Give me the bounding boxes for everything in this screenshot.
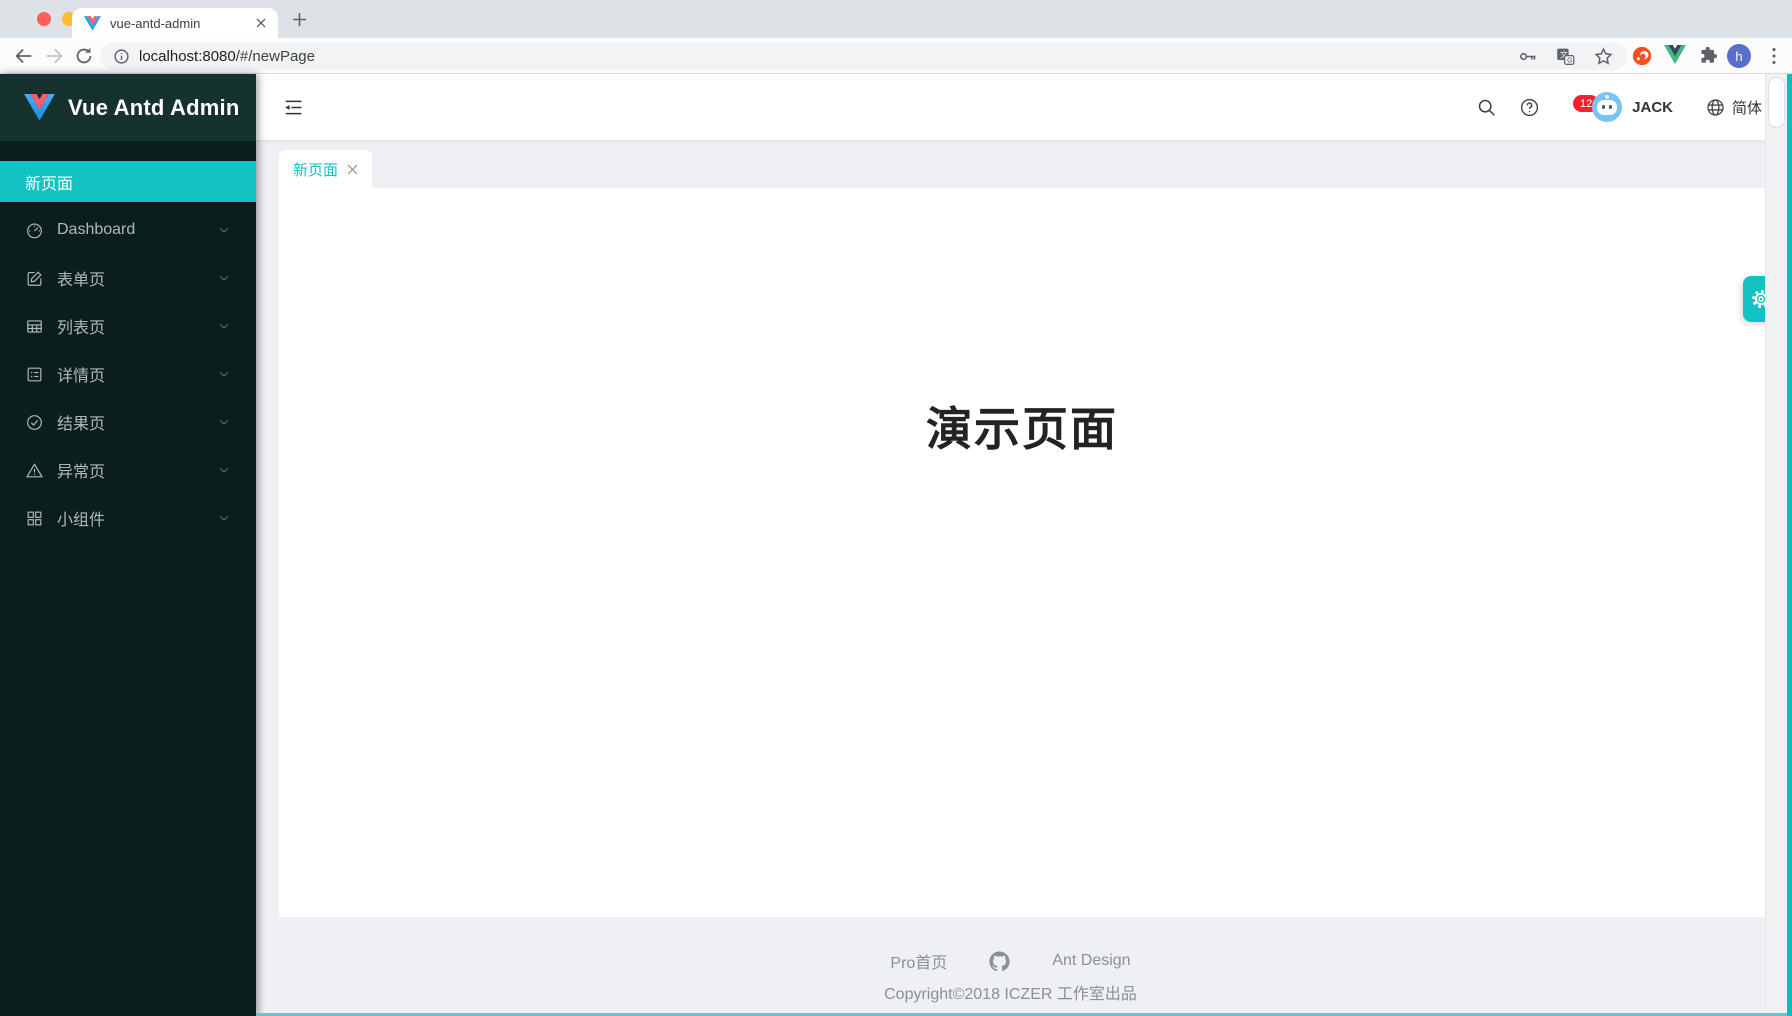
- password-key-icon[interactable]: [1517, 46, 1538, 67]
- sidebar-item-label: 结果页: [57, 410, 105, 434]
- warning-icon: [25, 461, 44, 480]
- app-footer: Pro首页 Ant Design Copyright©2018 ICZER 工作…: [256, 949, 1765, 1004]
- menu-fold-icon[interactable]: [283, 97, 304, 118]
- app-header: 12 JACK 简体: [256, 74, 1792, 140]
- chevron-down-icon: [218, 464, 230, 476]
- copyright: Copyright©2018 ICZER 工作室出品: [256, 980, 1765, 1004]
- page-scrollbar[interactable]: [1765, 74, 1787, 1016]
- sidebar-item-label: 小组件: [57, 506, 105, 530]
- sidebar-item-new-page[interactable]: 新页面: [0, 161, 256, 202]
- chevron-down-icon: [218, 272, 230, 284]
- vue-favicon-icon: [84, 16, 101, 31]
- search-icon[interactable]: [1476, 97, 1497, 118]
- browser-tab-title: vue-antd-admin: [110, 16, 256, 31]
- sidebar-item-details[interactable]: 详情页: [0, 354, 256, 394]
- browser-menu-icon[interactable]: [1763, 45, 1785, 67]
- help-icon[interactable]: [1519, 97, 1540, 118]
- extension-orange-icon[interactable]: [1631, 45, 1653, 67]
- app: Vue Antd Admin 新页面 Dashboard: [0, 74, 1792, 1016]
- address-bar[interactable]: localhost:8080/#/newPage 文G: [100, 43, 1627, 70]
- forward-icon[interactable]: [43, 45, 65, 67]
- sidebar-item-dashboard[interactable]: Dashboard: [0, 210, 256, 250]
- new-tab-button[interactable]: [292, 12, 307, 27]
- page-title: 演示页面: [279, 393, 1765, 459]
- chevron-down-icon: [218, 512, 230, 524]
- dashboard-icon: [25, 221, 44, 240]
- chevron-down-icon: [218, 368, 230, 380]
- sidebar-item-lists[interactable]: 列表页: [0, 306, 256, 346]
- browser-tab[interactable]: vue-antd-admin: [72, 8, 278, 38]
- svg-text:G: G: [1567, 58, 1572, 65]
- browser-profile-avatar[interactable]: h: [1727, 44, 1751, 68]
- sidebar-item-label: 异常页: [57, 458, 105, 482]
- github-icon[interactable]: [989, 951, 1010, 972]
- screen: vue-antd-admin localhost:8080/#/newPage: [0, 0, 1792, 1016]
- content-card: 演示页面: [279, 188, 1765, 917]
- main-area: 12 JACK 简体: [256, 74, 1792, 1016]
- extension-vue-devtools-icon[interactable]: [1664, 45, 1686, 67]
- url-text[interactable]: localhost:8080/#/newPage: [139, 48, 315, 65]
- app-title: Vue Antd Admin: [68, 95, 239, 121]
- table-icon: [25, 317, 44, 336]
- page-tab-active[interactable]: 新页面: [279, 150, 372, 188]
- chevron-down-icon: [218, 224, 230, 236]
- browser-tabstrip: vue-antd-admin: [0, 0, 1792, 38]
- bookmark-star-icon[interactable]: [1593, 46, 1614, 67]
- extensions-puzzle-icon[interactable]: [1697, 45, 1719, 67]
- sidebar-item-label: 详情页: [57, 362, 105, 386]
- sidebar-item-label: 新页面: [25, 170, 73, 194]
- chevron-down-icon: [218, 416, 230, 428]
- page-tabbar: 新页面: [279, 150, 372, 188]
- language-label: 简体: [1732, 97, 1762, 118]
- sidebar-item-forms[interactable]: 表单页: [0, 258, 256, 298]
- back-icon[interactable]: [13, 45, 35, 67]
- sidebar-item-results[interactable]: 结果页: [0, 402, 256, 442]
- tab-close-icon[interactable]: [256, 18, 266, 28]
- reload-icon[interactable]: [73, 45, 95, 67]
- translate-icon[interactable]: 文G: [1555, 46, 1576, 67]
- scrollbar-thumb[interactable]: [1768, 77, 1785, 128]
- sidebar-item-label: Dashboard: [57, 221, 135, 239]
- close-window-button[interactable]: [37, 12, 51, 26]
- url-path: /#/newPage: [236, 48, 315, 65]
- site-info-icon[interactable]: [113, 48, 130, 65]
- chevron-down-icon: [218, 320, 230, 332]
- sidebar: Vue Antd Admin 新页面 Dashboard: [0, 74, 256, 1016]
- sidebar-item-label: 列表页: [57, 314, 105, 338]
- profile-icon: [25, 365, 44, 384]
- page-tab-label: 新页面: [293, 159, 338, 180]
- footer-link-pro[interactable]: Pro首页: [890, 949, 947, 973]
- logo[interactable]: Vue Antd Admin: [0, 74, 256, 141]
- sidebar-item-exceptions[interactable]: 异常页: [0, 450, 256, 490]
- user-avatar[interactable]: [1592, 92, 1622, 122]
- vue-logo-icon: [24, 94, 55, 121]
- sidebar-item-label: 表单页: [57, 266, 105, 290]
- sidebar-menu: 新页面 Dashboard 表单页: [0, 161, 256, 538]
- url-host: localhost:8080: [139, 48, 236, 65]
- globe-icon: [1705, 97, 1726, 118]
- tab-close-icon[interactable]: [347, 164, 358, 175]
- check-circle-icon: [25, 413, 44, 432]
- language-switcher[interactable]: 简体: [1705, 97, 1762, 118]
- right-accent-edge: [1787, 74, 1792, 1016]
- footer-links: Pro首页 Ant Design: [256, 949, 1765, 973]
- footer-link-antd[interactable]: Ant Design: [1052, 952, 1130, 970]
- form-icon: [25, 269, 44, 288]
- username[interactable]: JACK: [1632, 99, 1673, 116]
- appstore-icon: [25, 509, 44, 528]
- browser-toolbar: localhost:8080/#/newPage 文G h: [0, 38, 1792, 74]
- header-actions: 12 JACK 简体: [1476, 92, 1762, 122]
- sidebar-item-widgets[interactable]: 小组件: [0, 498, 256, 538]
